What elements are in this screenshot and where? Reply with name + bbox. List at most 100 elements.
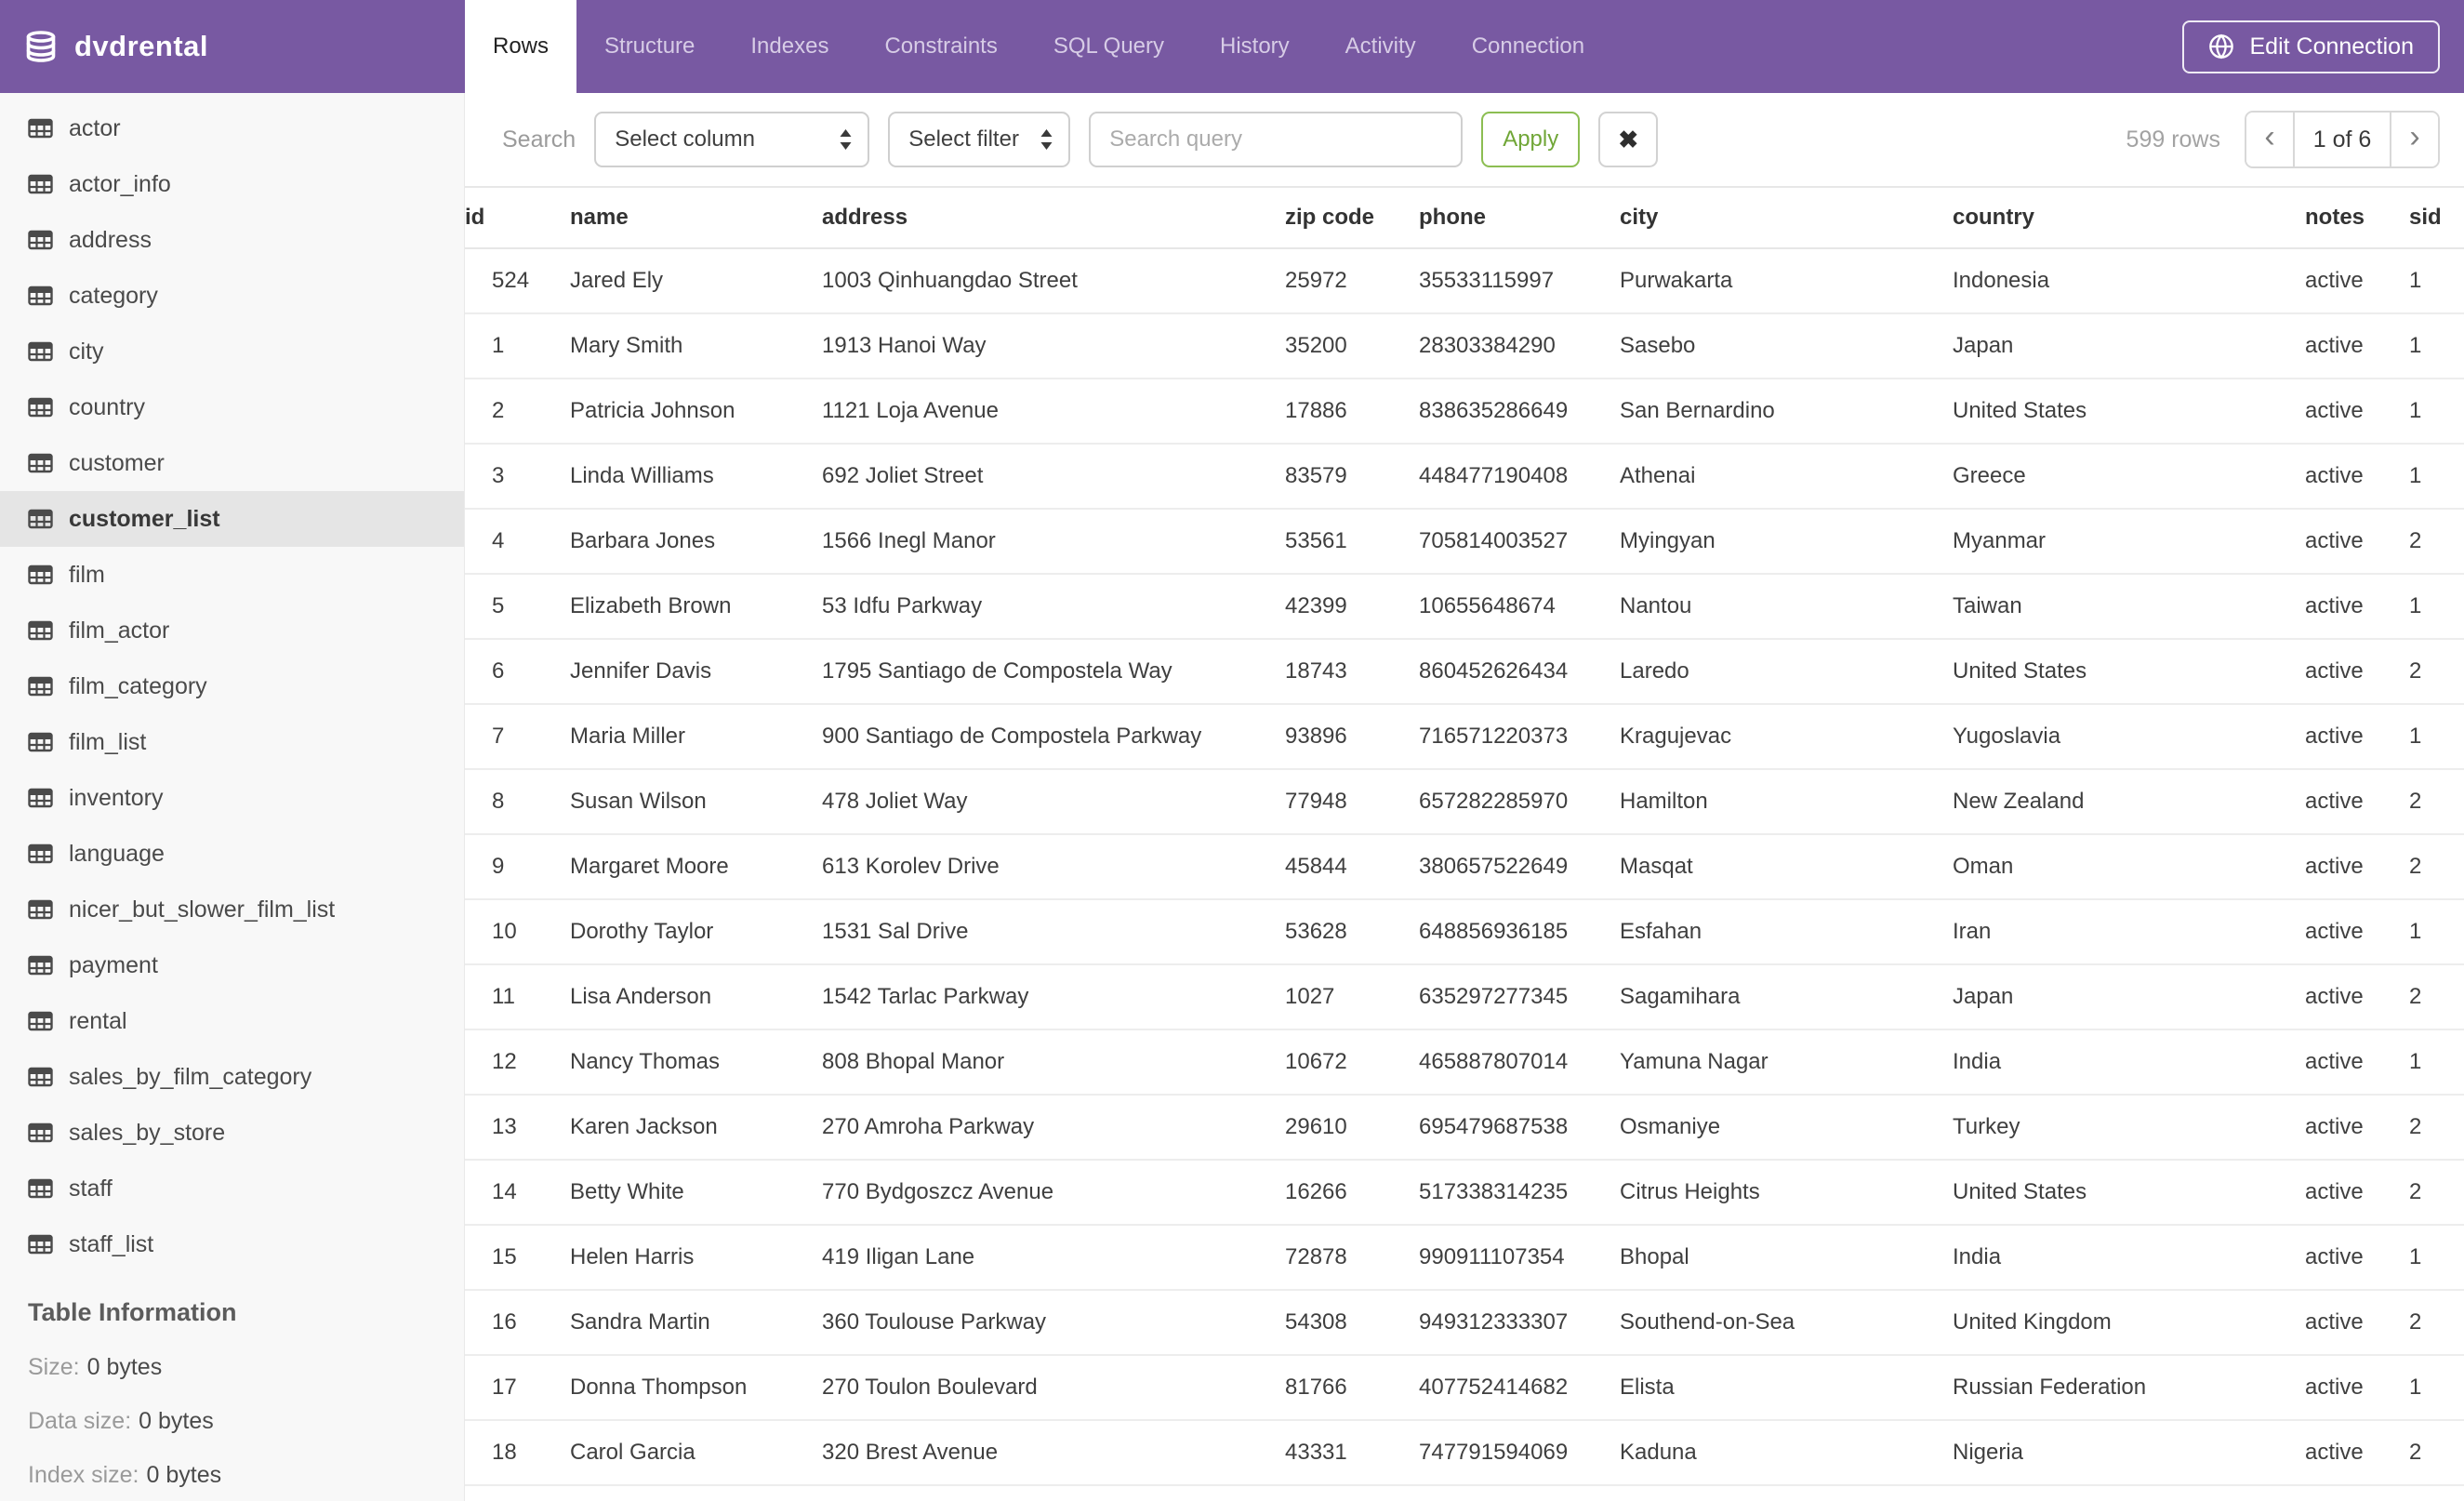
tab[interactable]: Activity bbox=[1318, 0, 1444, 93]
sidebar-table-item[interactable]: actor bbox=[0, 100, 464, 156]
table-icon bbox=[28, 1177, 53, 1200]
cell-phone: 838635286649 bbox=[1419, 379, 1620, 445]
table-row[interactable]: 2 Patricia Johnson 1121 Loja Avenue 1788… bbox=[465, 379, 2464, 445]
next-page-button[interactable]: › bbox=[2391, 113, 2438, 166]
tab[interactable]: History bbox=[1192, 0, 1318, 93]
table-icon bbox=[28, 1233, 53, 1255]
rows-count: 599 rows bbox=[2126, 126, 2220, 153]
table-info-line: Index size: 0 bytes bbox=[28, 1462, 464, 1489]
table-head: id name address zip code phone city coun… bbox=[465, 186, 2464, 249]
sidebar-table-label: actor bbox=[69, 114, 121, 141]
cell-zip-code: 17886 bbox=[1285, 379, 1419, 445]
sidebar-table-item[interactable]: staff bbox=[0, 1161, 464, 1216]
table-row[interactable]: 10 Dorothy Taylor 1531 Sal Drive 53628 6… bbox=[465, 899, 2464, 965]
table-header-row: id name address zip code phone city coun… bbox=[465, 186, 2464, 249]
cell-name: Jennifer Davis bbox=[570, 639, 822, 705]
app-title: dvdrental bbox=[74, 30, 209, 62]
table-row[interactable]: 13 Karen Jackson 270 Amroha Parkway 2961… bbox=[465, 1095, 2464, 1161]
cell-name: Lisa Anderson bbox=[570, 964, 822, 1030]
sidebar-table-item[interactable]: language bbox=[0, 826, 464, 882]
cell-notes: active bbox=[2305, 444, 2409, 510]
table-row[interactable]: 524 Jared Ely 1003 Qinhuangdao Street 25… bbox=[465, 248, 2464, 314]
table-row[interactable]: 11 Lisa Anderson 1542 Tarlac Parkway 102… bbox=[465, 964, 2464, 1030]
cell-city: Citrus Heights bbox=[1620, 1160, 1953, 1226]
cell-address: 770 Bydgoszcz Avenue bbox=[822, 1160, 1285, 1226]
cell-city: Myingyan bbox=[1620, 509, 1953, 575]
table-row[interactable]: 18 Carol Garcia 320 Brest Avenue 43331 7… bbox=[465, 1420, 2464, 1486]
cell-country: India bbox=[1953, 1225, 2305, 1291]
tab[interactable]: SQL Query bbox=[1026, 0, 1192, 93]
column-header: phone bbox=[1419, 186, 1620, 249]
sidebar-table-item[interactable]: film_actor bbox=[0, 603, 464, 658]
tab[interactable]: Indexes bbox=[722, 0, 856, 93]
table-row[interactable]: 17 Donna Thompson 270 Toulon Boulevard 8… bbox=[465, 1355, 2464, 1421]
table-row[interactable]: 14 Betty White 770 Bydgoszcz Avenue 1626… bbox=[465, 1160, 2464, 1226]
sidebar-table-item[interactable]: address bbox=[0, 212, 464, 268]
cell-address: 1795 Santiago de Compostela Way bbox=[822, 639, 1285, 705]
sidebar-table-item[interactable]: sales_by_film_category bbox=[0, 1049, 464, 1105]
cell-zip-code: 29610 bbox=[1285, 1095, 1419, 1161]
sidebar-table-item[interactable]: customer_list bbox=[0, 491, 464, 547]
table-row[interactable]: 5 Elizabeth Brown 53 Idfu Parkway 42399 … bbox=[465, 574, 2464, 640]
sidebar-table-item[interactable]: actor_info bbox=[0, 156, 464, 212]
cell-id: 4 bbox=[465, 509, 570, 575]
table-row[interactable]: 7 Maria Miller 900 Santiago de Compostel… bbox=[465, 704, 2464, 770]
cell-notes: active bbox=[2305, 1290, 2409, 1356]
sidebar-table-item[interactable]: category bbox=[0, 268, 464, 324]
tab[interactable]: Constraints bbox=[856, 0, 1025, 93]
cell-sid: 1 bbox=[2409, 704, 2464, 770]
filter-select[interactable]: Select filter bbox=[888, 112, 1071, 167]
table-row[interactable]: 15 Helen Harris 419 Iligan Lane 72878 99… bbox=[465, 1225, 2464, 1291]
cell-country: Nigeria bbox=[1953, 1420, 2305, 1486]
table-row[interactable]: 1 Mary Smith 1913 Hanoi Way 35200 283033… bbox=[465, 313, 2464, 379]
cell-id: 524 bbox=[465, 248, 570, 314]
cell-city: Osmaniye bbox=[1620, 1095, 1953, 1161]
column-select[interactable]: Select column bbox=[594, 112, 870, 167]
search-query-input[interactable] bbox=[1089, 112, 1464, 167]
cell-name: Ruth Martinez bbox=[570, 1485, 822, 1501]
table-row[interactable]: 16 Sandra Martin 360 Toulouse Parkway 54… bbox=[465, 1290, 2464, 1356]
cell-zip-code: 53561 bbox=[1285, 509, 1419, 575]
column-header: name bbox=[570, 186, 822, 249]
cell-id: 3 bbox=[465, 444, 570, 510]
cell-name: Susan Wilson bbox=[570, 769, 822, 835]
sidebar-table-item[interactable]: country bbox=[0, 379, 464, 435]
sidebar-table-item[interactable]: staff_list bbox=[0, 1216, 464, 1272]
table-row[interactable]: 4 Barbara Jones 1566 Inegl Manor 53561 7… bbox=[465, 509, 2464, 575]
column-header: sid bbox=[2409, 186, 2464, 249]
sidebar-table-item[interactable]: sales_by_store bbox=[0, 1105, 464, 1161]
table-row[interactable]: 3 Linda Williams 692 Joliet Street 83579… bbox=[465, 444, 2464, 510]
sidebar-table-item[interactable]: film bbox=[0, 547, 464, 603]
tab[interactable]: Rows bbox=[465, 0, 577, 93]
sidebar-table-item[interactable]: inventory bbox=[0, 770, 464, 826]
apply-button[interactable]: Apply bbox=[1481, 112, 1581, 167]
sidebar-table-item[interactable]: customer bbox=[0, 435, 464, 491]
table-row[interactable]: 12 Nancy Thomas 808 Bhopal Manor 10672 4… bbox=[465, 1029, 2464, 1096]
table-row[interactable]: 8 Susan Wilson 478 Joliet Way 77948 6572… bbox=[465, 769, 2464, 835]
sidebar-table-item[interactable]: city bbox=[0, 324, 464, 379]
sidebar-table-item[interactable]: rental bbox=[0, 993, 464, 1049]
clear-search-button[interactable]: ✖ bbox=[1598, 112, 1659, 167]
cell-address: 1417 Lancaster Avenue bbox=[822, 1485, 1285, 1501]
cell-name: Donna Thompson bbox=[570, 1355, 822, 1421]
rows-table: id name address zip code phone city coun… bbox=[465, 186, 2464, 1501]
sidebar-table-item[interactable]: film_category bbox=[0, 658, 464, 714]
table-row[interactable]: 9 Margaret Moore 613 Korolev Drive 45844… bbox=[465, 834, 2464, 900]
cell-name: Jared Ely bbox=[570, 248, 822, 314]
sidebar-table-label: film_category bbox=[69, 672, 207, 699]
table-row[interactable]: 6 Jennifer Davis 1795 Santiago de Compos… bbox=[465, 639, 2464, 705]
cell-country: Taiwan bbox=[1953, 574, 2305, 640]
table-row[interactable]: 19 Ruth Martinez 1417 Lancaster Avenue 7… bbox=[465, 1485, 2464, 1501]
tab[interactable]: Structure bbox=[576, 0, 722, 93]
tab[interactable]: Connection bbox=[1444, 0, 1612, 93]
globe-icon bbox=[2209, 33, 2234, 60]
cell-name: Dorothy Taylor bbox=[570, 899, 822, 965]
table-icon bbox=[28, 564, 53, 586]
prev-page-button[interactable]: ‹ bbox=[2246, 113, 2293, 166]
cell-city: Laredo bbox=[1620, 639, 1953, 705]
sidebar-table-item[interactable]: nicer_but_slower_film_list bbox=[0, 882, 464, 937]
sidebar-table-item[interactable]: film_list bbox=[0, 714, 464, 770]
edit-connection-button[interactable]: Edit Connection bbox=[2182, 20, 2440, 73]
sidebar-table-item[interactable]: payment bbox=[0, 937, 464, 993]
cell-sid: 2 bbox=[2409, 1420, 2464, 1486]
